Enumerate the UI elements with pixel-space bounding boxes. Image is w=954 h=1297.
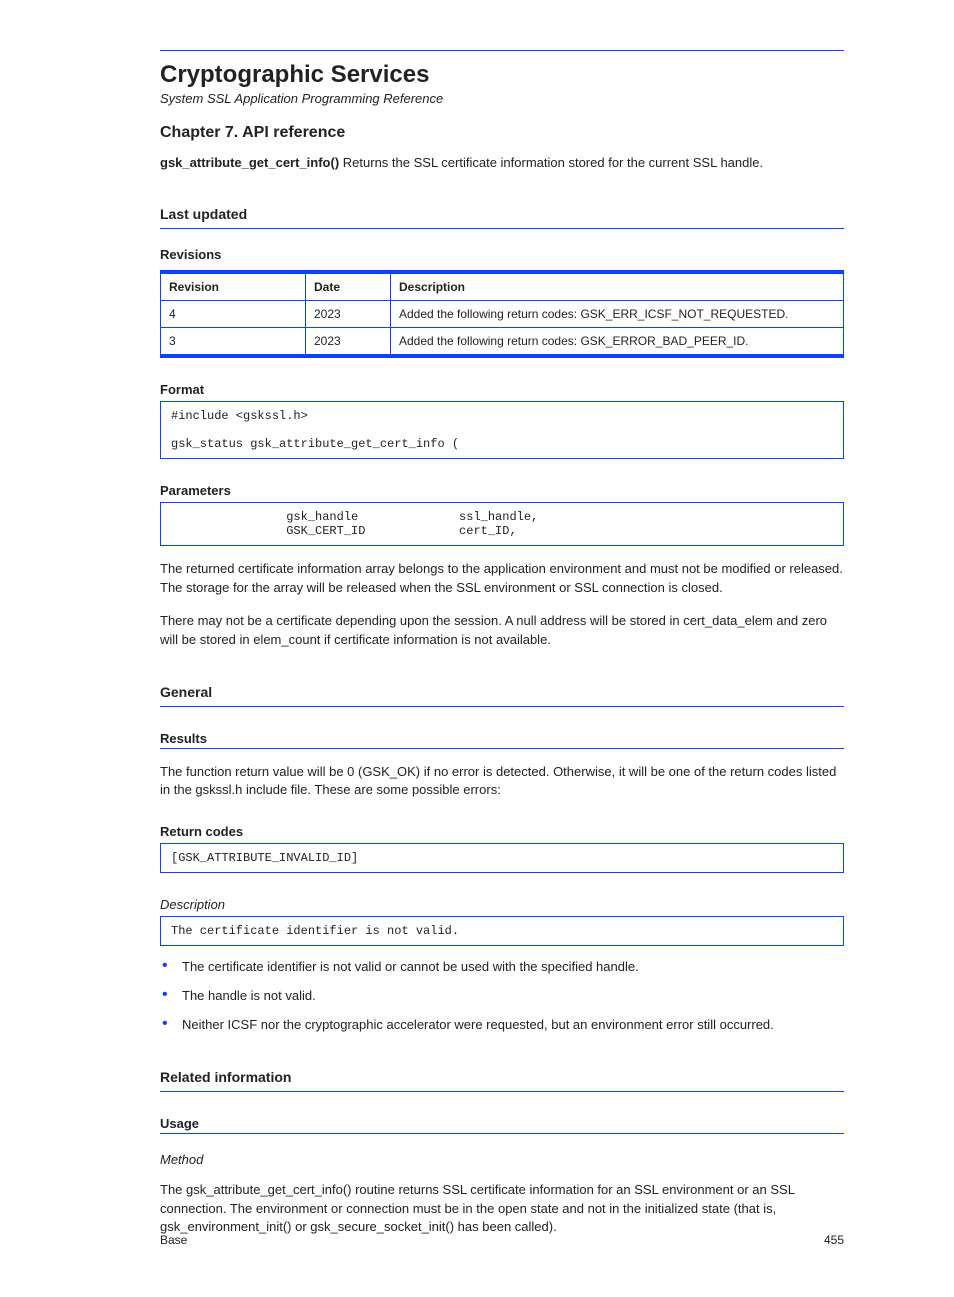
list-item: Neither ICSF nor the cryptographic accel… [160,1016,844,1035]
top-rule [160,50,844,51]
method-label-2: Description [160,897,844,912]
format-params-code-box: gsk_handle ssl_handle, GSK_CERT_ID cert_… [160,502,844,546]
last-updated-heading: Last updated [160,206,844,222]
footer-right: 455 [824,1233,844,1247]
function-return-text: The function return value will be 0 (GSK… [160,764,836,798]
format-label: Format [160,382,844,397]
cell-revision: 4 [161,301,306,328]
table-header-row: Revision Date Description [161,272,844,301]
description-para-2: There may not be a certificate depending… [160,612,844,650]
return-codes-label: Return codes [160,824,844,839]
doc-subtitle: System SSL Application Programming Refer… [160,91,844,106]
return-codes-desc-box: The certificate identifier is not valid. [160,916,844,946]
general-rule [160,706,844,707]
col-header-description: Description [391,272,844,301]
general-heading: General [160,684,844,700]
usage-para: The gsk_attribute_get_cert_info() routin… [160,1181,844,1238]
return-codes-desc-text: The certificate identifier is not valid. [171,924,459,938]
section-func-name: gsk_attribute_get_cert_info() [160,155,339,170]
list-item: The handle is not valid. [160,987,844,1006]
return-codes-code-box: [GSK_ATTRIBUTE_INVALID_ID] [160,843,844,873]
description-para-1: The returned certificate information arr… [160,560,844,598]
cell-revision: 3 [161,328,306,357]
related-heading: Related information [160,1069,844,1085]
col-header-date: Date [306,272,391,301]
last-updated-rule [160,228,844,229]
results-heading: Results [160,731,844,746]
page-container: Cryptographic Services System SSL Applic… [0,0,954,1297]
cell-description: Added the following return codes: GSK_ER… [391,301,844,328]
notes-list: The certificate identifier is not valid … [160,958,844,1035]
format-params-label: Parameters [160,483,844,498]
cell-date: 2023 [306,301,391,328]
usage-rule [160,1133,844,1134]
table-row: 4 2023 Added the following return codes:… [161,301,844,328]
function-return-para: The function return value will be 0 (GSK… [160,763,844,801]
chapter-line: Chapter 7. API reference [160,124,844,142]
method-label: Method [160,1152,844,1167]
list-item: The certificate identifier is not valid … [160,958,844,977]
cell-description: Added the following return codes: GSK_ER… [391,328,844,357]
results-rule [160,748,844,749]
footer-left: Base [160,1233,187,1247]
table-row: 3 2023 Added the following return codes:… [161,328,844,357]
section-desc: Returns the SSL certificate information … [343,155,763,170]
format-code-box: #include <gskssl.h> gsk_status gsk_attri… [160,401,844,459]
revisions-caption: Revisions [160,247,844,262]
page-footer: Base 455 [160,1233,844,1247]
title-section: Cryptographic Services System SSL Applic… [160,61,844,172]
usage-heading: Usage [160,1116,844,1131]
cell-date: 2023 [306,328,391,357]
doc-title: Cryptographic Services [160,61,844,89]
revisions-table: Revision Date Description 4 2023 Added t… [160,270,844,358]
col-header-revision: Revision [161,272,306,301]
section-title: gsk_attribute_get_cert_info() Returns th… [160,154,844,172]
related-rule [160,1091,844,1092]
